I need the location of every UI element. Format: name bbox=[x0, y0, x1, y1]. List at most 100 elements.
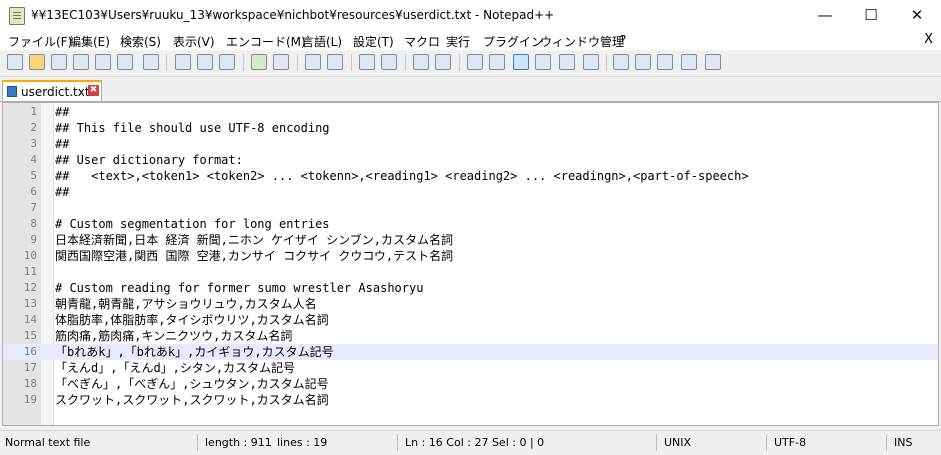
copy-icon[interactable] bbox=[197, 54, 213, 70]
menu-plugins[interactable]: プラグイン bbox=[483, 33, 543, 50]
line-text[interactable]: ## This file should use UTF-8 encoding bbox=[55, 120, 330, 136]
menu-view[interactable]: 表示(V) bbox=[173, 33, 215, 50]
menu-macro[interactable]: マクロ bbox=[404, 33, 440, 50]
save-all-icon[interactable] bbox=[73, 54, 89, 70]
line-text[interactable]: 体脂肪率,体脂肪率,タイシボウリツ,カスタム名詞 bbox=[55, 312, 329, 328]
save-icon[interactable] bbox=[51, 54, 67, 70]
line-number: 17 bbox=[23, 361, 37, 374]
close-all-icon[interactable] bbox=[117, 54, 133, 70]
zoom-out-icon[interactable] bbox=[381, 54, 397, 70]
save-macro-icon[interactable] bbox=[705, 54, 721, 70]
cut-icon[interactable] bbox=[175, 54, 191, 70]
editor[interactable]: 1 ## 2 ## This file should use UTF-8 encodi… bbox=[2, 102, 939, 426]
stop-recording-icon[interactable] bbox=[635, 54, 651, 70]
line-text[interactable]: 「bれあk」,「bれあk」,カイギョウ,カスタム記号 bbox=[55, 344, 334, 360]
toolbar-separator bbox=[405, 54, 406, 71]
editor-line[interactable]: 5 ## <text>,<token1> <token2> ... <tokenn… bbox=[3, 168, 938, 184]
line-text[interactable]: 日本経済新聞,日本 経済 新聞,ニホン ケイザイ シンブン,カスタム名詞 bbox=[55, 232, 453, 248]
menu-run[interactable]: 実行 bbox=[446, 33, 470, 50]
redo-icon[interactable] bbox=[273, 54, 289, 70]
play-macro-icon[interactable] bbox=[657, 54, 673, 70]
editor-line[interactable]: 12 # Custom reading for former sumo wrest… bbox=[3, 280, 938, 296]
line-text[interactable]: # Custom reading for former sumo wrestle… bbox=[55, 280, 423, 296]
open-file-icon[interactable] bbox=[29, 54, 45, 70]
word-wrap-icon[interactable] bbox=[467, 54, 483, 70]
editor-line[interactable]: 17 「えんd」,「えんd」,シタン,カスタム記号 bbox=[3, 360, 938, 376]
document-map-icon[interactable] bbox=[559, 54, 575, 70]
status-separator bbox=[397, 434, 398, 451]
editor-line[interactable]: 18 「べぎん」,「べぎん」,シュウタン,カスタム記号 bbox=[3, 376, 938, 392]
line-text[interactable]: 朝青龍,朝青龍,アサショウリュウ,カスタム人名 bbox=[55, 296, 317, 312]
undo-icon[interactable] bbox=[251, 54, 267, 70]
line-text[interactable]: ## User dictionary format: bbox=[55, 152, 243, 168]
menu-search[interactable]: 検索(S) bbox=[120, 33, 161, 50]
show-all-characters-icon[interactable] bbox=[489, 54, 505, 70]
paste-icon[interactable] bbox=[219, 54, 235, 70]
menu-file[interactable]: ファイル(F) bbox=[8, 33, 72, 50]
editor-line[interactable]: 15 筋肉痛,筋肉痛,キンニクツウ,カスタム名詞 bbox=[3, 328, 938, 344]
line-number: 15 bbox=[23, 329, 37, 342]
close-button[interactable]: ✕ bbox=[894, 0, 940, 31]
tab-close-icon[interactable]: ✖ bbox=[88, 85, 99, 96]
indent-guide-icon[interactable] bbox=[513, 54, 529, 70]
line-text[interactable]: 筋肉痛,筋肉痛,キンニクツウ,カスタム名詞 bbox=[55, 328, 292, 344]
line-text[interactable]: ## bbox=[55, 136, 69, 152]
menu-help[interactable]: ? bbox=[620, 33, 626, 47]
record-macro-icon[interactable] bbox=[613, 54, 629, 70]
title-bar: ¥¥13EC103¥Users¥ruuku_13¥workspace¥nichb… bbox=[0, 0, 941, 32]
editor-line[interactable]: 3 ## bbox=[3, 136, 938, 152]
sync-vertical-icon[interactable] bbox=[413, 54, 429, 70]
run-macro-multiple-icon[interactable] bbox=[681, 54, 697, 70]
tab-userdict[interactable]: userdict.txt ✖ bbox=[2, 80, 102, 101]
editor-line[interactable]: 19 スクワット,スクワット,スクワット,カスタム名詞 bbox=[3, 392, 938, 408]
editor-line[interactable]: 14 体脂肪率,体脂肪率,タイシボウリツ,カスタム名詞 bbox=[3, 312, 938, 328]
sync-horizontal-icon[interactable] bbox=[435, 54, 451, 70]
line-text[interactable]: # Custom segmentation for long entries bbox=[55, 216, 330, 232]
editor-line[interactable]: 4 ## User dictionary format: bbox=[3, 152, 938, 168]
menu-settings[interactable]: 設定(T) bbox=[353, 33, 394, 50]
menu-encoding[interactable]: エンコード(M) bbox=[226, 33, 306, 50]
menu-language[interactable]: 言語(L) bbox=[302, 33, 342, 50]
editor-line[interactable]: 10 関西国際空港,関西 国際 空港,カンサイ コクサイ クウコウ,テスト名詞 bbox=[3, 248, 938, 264]
line-text[interactable]: 「べぎん」,「べぎん」,シュウタン,カスタム記号 bbox=[55, 376, 329, 392]
editor-line[interactable]: 9 日本経済新聞,日本 経済 新聞,ニホン ケイザイ シンブン,カスタム名詞 bbox=[3, 232, 938, 248]
line-number: 7 bbox=[30, 201, 37, 214]
editor-line[interactable]: 1 ## bbox=[3, 104, 938, 120]
line-text[interactable]: ## bbox=[55, 104, 69, 120]
editor-line[interactable]: 16 「bれあk」,「bれあk」,カイギョウ,カスタム記号 bbox=[3, 344, 938, 360]
function-list-icon[interactable] bbox=[583, 54, 599, 70]
new-file-icon[interactable] bbox=[7, 54, 23, 70]
editor-line[interactable]: 8 # Custom segmentation for long entries bbox=[3, 216, 938, 232]
notepadpp-icon bbox=[9, 7, 25, 25]
editor-line[interactable]: 11 bbox=[3, 264, 938, 280]
close-document-button[interactable]: X bbox=[924, 32, 933, 47]
status-separator bbox=[197, 434, 198, 451]
editor-line[interactable]: 13 朝青龍,朝青龍,アサショウリュウ,カスタム人名 bbox=[3, 296, 938, 312]
status-eol: UNIX bbox=[664, 436, 692, 449]
close-file-icon[interactable] bbox=[95, 54, 111, 70]
line-text[interactable]: ## bbox=[55, 184, 69, 200]
line-text[interactable]: 「えんd」,「えんd」,シタン,カスタム記号 bbox=[55, 360, 295, 376]
maximize-button[interactable]: ☐ bbox=[848, 0, 894, 31]
minimize-button[interactable]: — bbox=[802, 0, 848, 31]
language-icon[interactable] bbox=[535, 54, 551, 70]
line-number: 3 bbox=[30, 137, 37, 150]
saved-file-icon bbox=[7, 86, 17, 97]
toolbar-separator bbox=[297, 54, 298, 71]
status-separator bbox=[886, 434, 887, 451]
line-text[interactable]: ## <text>,<token1> <token2> ... <tokenn>… bbox=[55, 168, 749, 184]
editor-line[interactable]: 7 bbox=[3, 200, 938, 216]
menu-edit[interactable]: 編集(E) bbox=[69, 33, 110, 50]
line-text[interactable]: 関西国際空港,関西 国際 空港,カンサイ コクサイ クウコウ,テスト名詞 bbox=[55, 248, 453, 264]
find-icon[interactable] bbox=[305, 54, 321, 70]
print-icon[interactable] bbox=[143, 54, 159, 70]
toolbar-separator bbox=[166, 54, 167, 71]
toolbar bbox=[0, 50, 941, 77]
editor-line[interactable]: 2 ## This file should use UTF-8 encoding bbox=[3, 120, 938, 136]
toolbar-separator bbox=[606, 54, 607, 71]
editor-line[interactable]: 6 ## bbox=[3, 184, 938, 200]
replace-icon[interactable] bbox=[327, 54, 343, 70]
menu-window[interactable]: ウィンドウ管理 bbox=[540, 33, 624, 50]
zoom-in-icon[interactable] bbox=[359, 54, 375, 70]
line-text[interactable]: スクワット,スクワット,スクワット,カスタム名詞 bbox=[55, 392, 329, 408]
